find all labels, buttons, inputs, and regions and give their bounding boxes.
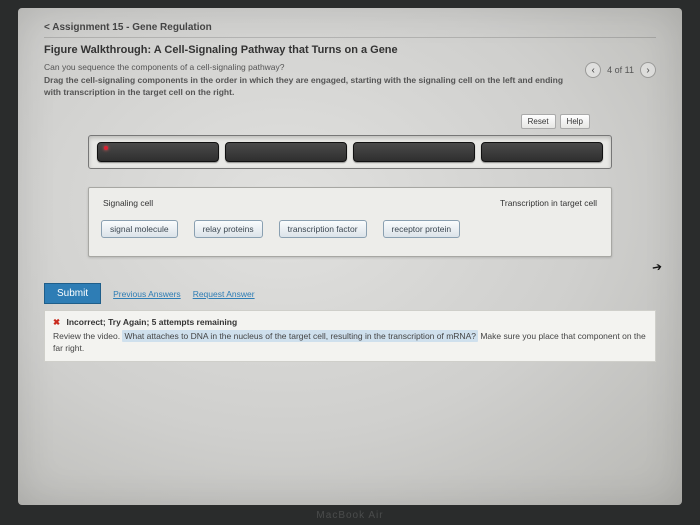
breadcrumb[interactable]: < Assignment 15 - Gene Regulation	[44, 22, 656, 33]
device-brand: MacBook Air	[0, 510, 700, 521]
incorrect-icon: ✖	[53, 317, 60, 327]
draggable-signal-molecule[interactable]: signal molecule	[101, 220, 178, 238]
next-question-button[interactable]: ›	[640, 62, 656, 78]
sequence-end-label: Transcription in target cell	[500, 198, 597, 208]
draggable-transcription-factor[interactable]: transcription factor	[279, 220, 367, 238]
workspace: Reset Help Signaling cell Transcription …	[64, 108, 636, 263]
feedback-header: Incorrect; Try Again; 5 attempts remaini…	[67, 317, 238, 327]
draggable-relay-proteins[interactable]: relay proteins	[194, 220, 263, 238]
tablet-screen: < Assignment 15 - Gene Regulation Figure…	[18, 8, 682, 505]
draggable-receptor-protein[interactable]: receptor protein	[383, 220, 461, 238]
instructions: Drag the cell-signaling components in th…	[44, 75, 575, 98]
drop-slot-1[interactable]	[97, 142, 219, 162]
feedback-panel: ✖ Incorrect; Try Again; 5 attempts remai…	[44, 310, 656, 362]
question-prompt: Can you sequence the components of a cel…	[44, 62, 575, 73]
feedback-prefix: Review the video.	[53, 331, 122, 341]
divider	[44, 37, 656, 38]
previous-answers-link[interactable]: Previous Answers	[113, 289, 181, 299]
sequence-start-label: Signaling cell	[103, 198, 153, 208]
prev-question-button[interactable]: ‹	[585, 62, 601, 78]
submit-button[interactable]: Submit	[44, 283, 101, 304]
page-title: Figure Walkthrough: A Cell-Signaling Pat…	[44, 44, 656, 56]
request-answer-link[interactable]: Request Answer	[193, 289, 255, 299]
question-nav: ‹ 4 of 11 ›	[575, 62, 656, 78]
question-counter: 4 of 11	[607, 65, 634, 75]
reset-button[interactable]: Reset	[521, 114, 556, 129]
drop-target-row[interactable]	[88, 135, 612, 169]
drop-slot-4[interactable]	[481, 142, 603, 162]
feedback-hint-question: What attaches to DNA in the nucleus of t…	[122, 330, 478, 342]
help-button[interactable]: Help	[560, 114, 590, 129]
drop-slot-2[interactable]	[225, 142, 347, 162]
cursor-icon: ➔	[651, 259, 663, 275]
drop-slot-3[interactable]	[353, 142, 475, 162]
source-panel: Signaling cell Transcription in target c…	[88, 187, 612, 257]
